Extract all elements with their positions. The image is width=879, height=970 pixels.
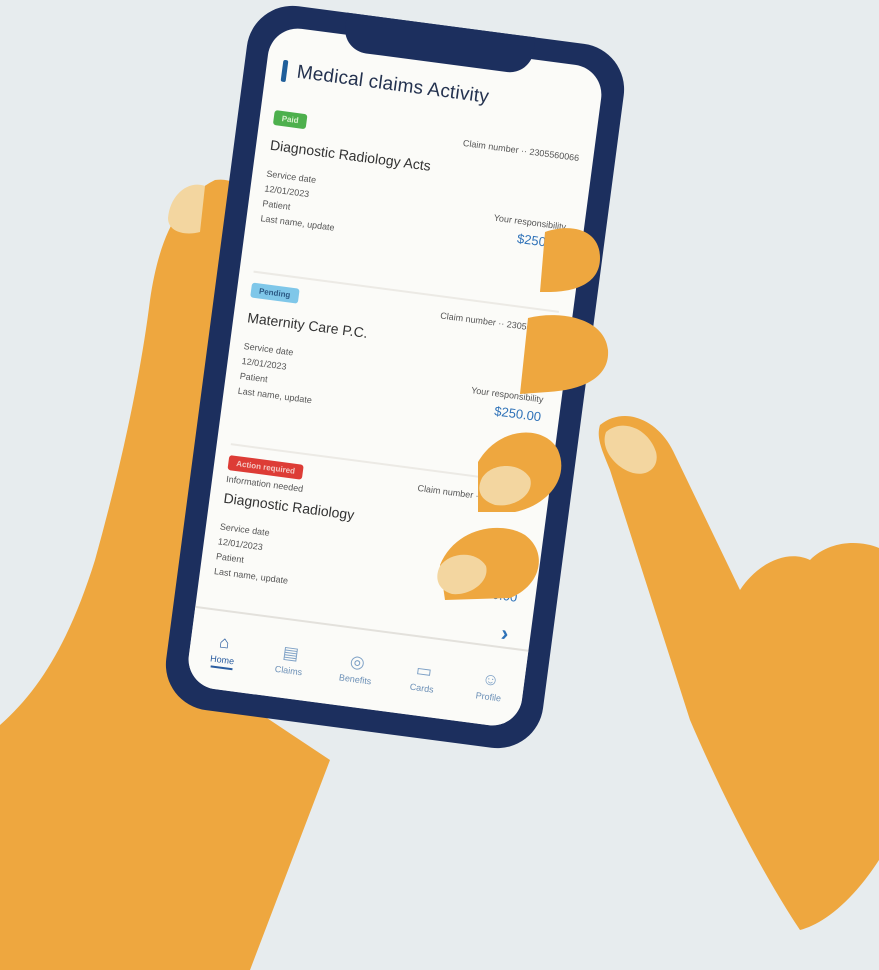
tab-profile[interactable]: ☺ Profile — [458, 666, 522, 706]
tab-home[interactable]: ⌂ Home — [191, 629, 255, 673]
status-badge: Pending — [250, 282, 300, 304]
pointing-hand — [598, 416, 879, 930]
tab-claims[interactable]: ▤ Claims — [258, 640, 322, 680]
screen-header: Medical claims Activity — [280, 55, 588, 127]
tab-benefits[interactable]: ◎ Benefits — [325, 649, 389, 689]
person-icon: ☺ — [480, 669, 501, 691]
tab-label: Claims — [274, 663, 303, 678]
thumb-nail — [168, 184, 205, 234]
claim-number: Claim number ·· 2305560068 — [439, 309, 558, 336]
tab-label: Home — [209, 653, 235, 667]
document-icon: ▤ — [281, 642, 301, 664]
tab-label: Profile — [475, 690, 502, 704]
claim-card[interactable]: Pending Claim number ·· 2305560068 Mater… — [230, 282, 558, 486]
status-badge: Paid — [272, 110, 308, 130]
home-icon: ⌂ — [218, 632, 231, 653]
tab-label: Cards — [409, 681, 435, 695]
claim-card[interactable]: Paid Claim number ·· 2305560066 Diagnost… — [253, 110, 581, 313]
tab-cards[interactable]: ▭ Cards — [391, 657, 455, 697]
phone-screen: Medical claims Activity Paid Claim numbe… — [184, 24, 606, 730]
back-icon[interactable] — [280, 59, 289, 83]
card-icon: ▭ — [414, 660, 434, 682]
page-title: Medical claims Activity — [295, 61, 491, 108]
active-tab-indicator — [210, 665, 233, 671]
claim-number: Claim number ·· 2305560066 — [462, 137, 580, 163]
tab-label: Benefits — [338, 672, 372, 687]
shield-icon: ◎ — [348, 651, 367, 673]
